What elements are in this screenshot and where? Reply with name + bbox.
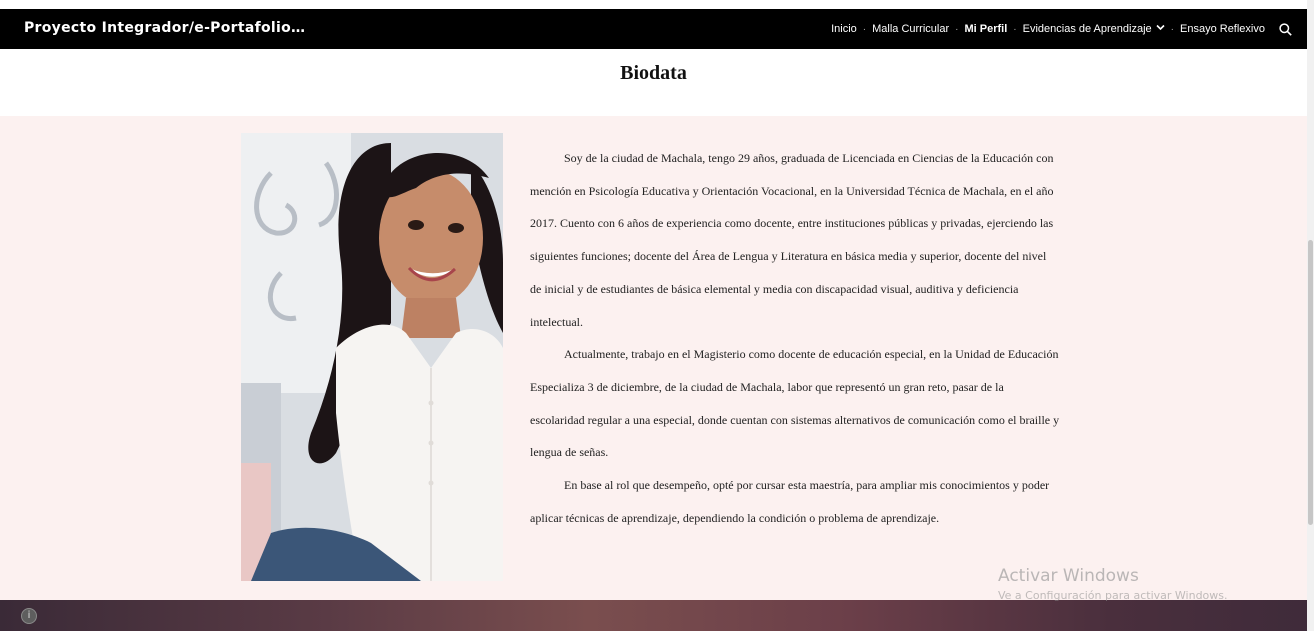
nav-item-mi-perfil[interactable]: Mi Perfil — [964, 23, 1007, 35]
nav-item-ensayo-reflexivo[interactable]: Ensayo Reflexivo — [1180, 23, 1265, 35]
chevron-down-icon[interactable] — [1156, 23, 1165, 33]
watermark-subtitle: Ve a Configuración para activar Windows. — [998, 589, 1228, 602]
footer-banner — [0, 600, 1307, 631]
biodata-text: Soy de la ciudad de Machala, tengo 29 añ… — [530, 142, 1060, 534]
nav-item-inicio[interactable]: Inicio — [831, 23, 857, 35]
nav-links: Inicio · Malla Curricular · Mi Perfil · … — [831, 9, 1292, 49]
watermark-title: Activar Windows — [998, 566, 1139, 586]
page: Proyecto Integrador/e-Portafolio… Inicio… — [0, 0, 1314, 631]
scrollbar-thumb[interactable] — [1308, 240, 1313, 525]
nav-item-evidencias-label: Evidencias de Aprendizaje — [1022, 23, 1152, 35]
nav-item-malla-curricular[interactable]: Malla Curricular — [872, 23, 949, 35]
biodata-section: Soy de la ciudad de Machala, tengo 29 añ… — [0, 116, 1307, 600]
profile-photo-illustration — [241, 133, 503, 581]
nav-separator: · — [955, 23, 959, 35]
nav-separator: · — [862, 23, 867, 35]
bio-paragraph: En base al rol que desempeño, opté por c… — [530, 478, 1050, 525]
top-navbar: Proyecto Integrador/e-Portafolio… Inicio… — [0, 9, 1307, 49]
info-icon[interactable]: i — [21, 608, 37, 624]
nav-separator: · — [1170, 23, 1174, 35]
windows-activation-watermark: Activar Windows Ve a Configuración para … — [998, 566, 1228, 602]
profile-photo — [241, 133, 503, 581]
nav-item-evidencias[interactable]: Evidencias de Aprendizaje — [1023, 23, 1165, 35]
nav-separator: · — [1013, 23, 1017, 35]
bio-paragraph: Actualmente, trabajo en el Magisterio co… — [530, 347, 1060, 460]
site-title[interactable]: Proyecto Integrador/e-Portafolio… — [24, 20, 305, 36]
bio-paragraph: Soy de la ciudad de Machala, tengo 29 añ… — [530, 151, 1054, 329]
page-heading: Biodata — [620, 62, 687, 84]
search-icon[interactable] — [1279, 22, 1292, 36]
